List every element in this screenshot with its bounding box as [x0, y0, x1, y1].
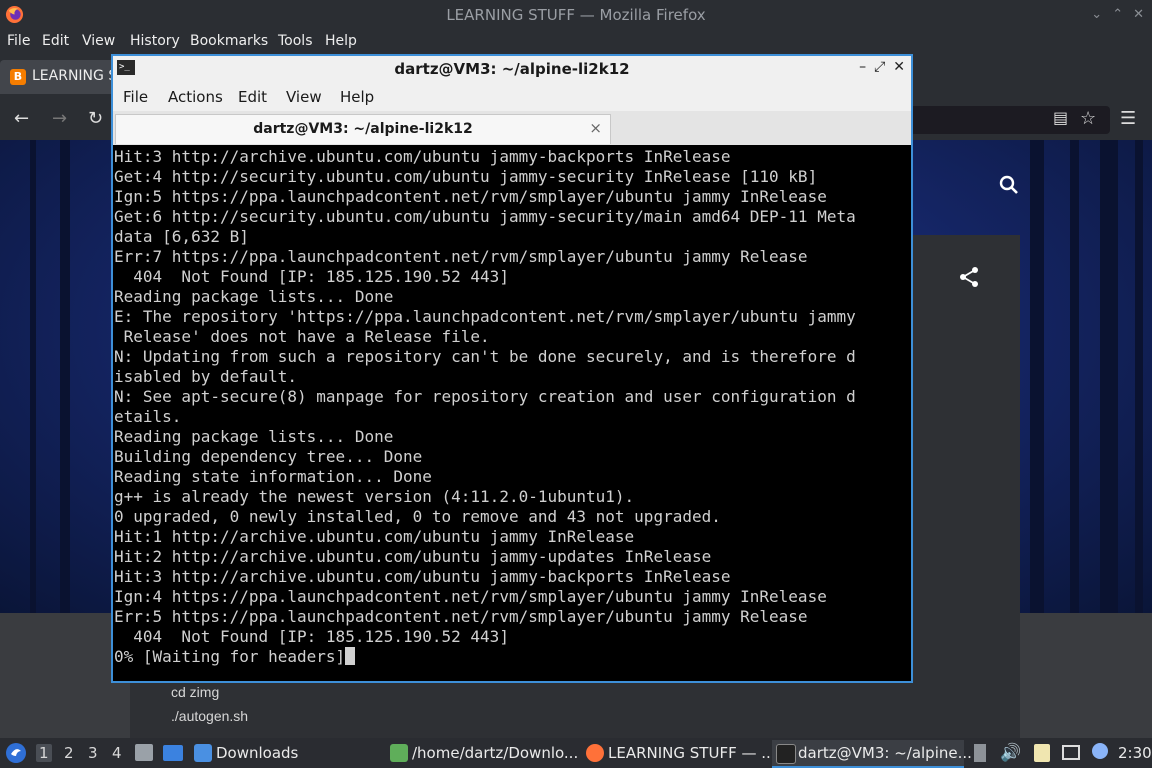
menu-file[interactable]: File — [7, 33, 30, 49]
menu-help[interactable]: Help — [325, 33, 357, 49]
terminal-line: N: Updating from such a repository can't… — [114, 347, 856, 366]
image-viewer-icon — [390, 744, 408, 762]
terminal-line: E: The repository 'https://ppa.launchpad… — [114, 307, 856, 326]
restore-icon[interactable]: ⤢ — [874, 59, 885, 75]
task-firefox[interactable]: LEARNING STUFF — ... — [582, 740, 776, 766]
term-menu-view[interactable]: View — [286, 88, 322, 106]
task-downloads[interactable]: Downloads — [190, 740, 370, 766]
terminal-prompt-line: 0% [Waiting for headers] — [114, 647, 910, 667]
window-controls: ⌄ ⌃ ✕ — [1091, 7, 1144, 22]
clock[interactable]: 2:30 — [1118, 744, 1152, 762]
terminal-line: Ign:5 https://ppa.launchpadcontent.net/r… — [114, 187, 827, 206]
tab-close-icon[interactable]: × — [589, 119, 602, 137]
close-icon[interactable]: ✕ — [893, 59, 905, 75]
terminal-line: Reading package lists... Done — [114, 287, 394, 306]
desktop-icon[interactable] — [163, 745, 183, 761]
workspace-1[interactable]: 1 — [36, 744, 52, 762]
terminal-window[interactable]: >_ dartz@VM3: ~/alpine-li2k12 – ⤢ ✕ File… — [111, 54, 913, 683]
folder-icon — [194, 744, 212, 762]
terminal-line: Reading state information... Done — [114, 467, 432, 486]
reader-view-icon[interactable]: ▤ — [1053, 108, 1068, 127]
terminal-window-controls: – ⤢ ✕ — [859, 59, 905, 75]
terminal-line: isabled by default. — [114, 367, 298, 386]
task-label: /home/dartz/Downlo... — [412, 744, 579, 762]
workspace-4[interactable]: 4 — [112, 744, 122, 762]
terminal-line: Ign:4 https://ppa.launchpadcontent.net/r… — [114, 587, 827, 606]
taskbar: 1 2 3 4 Downloads /home/dartz/Downlo... … — [0, 738, 1152, 768]
prompt-text: 0% [Waiting for headers] — [114, 647, 346, 666]
reload-icon[interactable]: ↻ — [88, 108, 103, 129]
term-menu-file[interactable]: File — [123, 88, 148, 106]
terminal-line: Get:6 http://security.ubuntu.com/ubuntu … — [114, 207, 856, 226]
terminal-output[interactable]: Hit:3 http://archive.ubuntu.com/ubuntu j… — [114, 147, 910, 681]
terminal-line: 404 Not Found [IP: 185.125.190.52 443] — [114, 627, 509, 646]
terminal-line: g++ is already the newest version (4:11.… — [114, 487, 635, 506]
blogger-favicon-icon: B — [10, 69, 26, 85]
task-image-viewer[interactable]: /home/dartz/Downlo... — [386, 740, 579, 766]
terminal-line: Reading package lists... Done — [114, 427, 394, 446]
firefox-icon — [586, 744, 604, 762]
tab-label: LEARNING S — [32, 68, 118, 84]
bookmark-star-icon[interactable]: ☆ — [1080, 108, 1096, 129]
code-line-cd: cd zimg — [171, 684, 220, 700]
tab-learning-stuff[interactable]: B LEARNING S — [0, 60, 120, 94]
firefox-titlebar: LEARNING STUFF — Mozilla Firefox ⌄ ⌃ ✕ — [0, 0, 1152, 30]
workspace-3[interactable]: 3 — [88, 744, 98, 762]
workspace-2[interactable]: 2 — [64, 744, 74, 762]
notification-icon[interactable] — [1092, 743, 1108, 759]
term-menu-actions[interactable]: Actions — [168, 88, 223, 106]
terminal-title: dartz@VM3: ~/alpine-li2k12 — [394, 60, 630, 78]
notes-icon[interactable] — [1034, 744, 1050, 762]
menu-view[interactable]: View — [82, 33, 115, 49]
terminal-titlebar[interactable]: >_ dartz@VM3: ~/alpine-li2k12 – ⤢ ✕ — [113, 56, 911, 81]
terminal-line: data [6,632 B] — [114, 227, 249, 246]
task-label: LEARNING STUFF — ... — [608, 744, 776, 762]
terminal-line: 0 upgraded, 0 newly installed, 0 to remo… — [114, 507, 721, 526]
network-icon[interactable] — [1062, 745, 1080, 760]
terminal-line: Err:7 https://ppa.launchpadcontent.net/r… — [114, 247, 808, 266]
back-icon[interactable]: ← — [14, 108, 29, 129]
terminal-line: 404 Not Found [IP: 185.125.190.52 443] — [114, 267, 509, 286]
minimize-icon[interactable]: – — [859, 59, 866, 75]
terminal-line: N: See apt-secure(8) manpage for reposit… — [114, 387, 856, 406]
task-label: Downloads — [216, 744, 299, 762]
file-manager-launcher-icon[interactable] — [135, 744, 153, 761]
maximize-icon[interactable]: ⌃ — [1112, 7, 1123, 22]
terminal-line: Hit:2 http://archive.ubuntu.com/ubuntu j… — [114, 547, 712, 566]
terminal-line: Get:4 http://security.ubuntu.com/ubuntu … — [114, 167, 818, 186]
task-label: dartz@VM3: ~/alpine... — [798, 744, 972, 762]
volume-icon[interactable]: 🔊 — [1000, 743, 1021, 763]
terminal-tab[interactable]: dartz@VM3: ~/alpine-li2k12 × — [115, 114, 611, 144]
text-cursor — [345, 647, 356, 665]
terminal-icon — [776, 744, 796, 764]
start-menu-icon[interactable] — [5, 742, 27, 764]
code-line-autogen: ./autogen.sh — [171, 708, 249, 724]
menu-history[interactable]: History — [130, 33, 180, 49]
menu-bookmarks[interactable]: Bookmarks — [190, 33, 268, 49]
firefox-menubar: File Edit View History Bookmarks Tools H… — [0, 30, 1152, 54]
terminal-tabbar: dartz@VM3: ~/alpine-li2k12 × — [113, 111, 911, 145]
forward-icon[interactable]: → — [52, 108, 67, 129]
terminal-line: Hit:3 http://archive.ubuntu.com/ubuntu j… — [114, 147, 731, 166]
terminal-menubar: File Actions Edit View Help — [113, 81, 911, 111]
terminal-line: Building dependency tree... Done — [114, 447, 423, 466]
term-menu-help[interactable]: Help — [340, 88, 374, 106]
minimize-icon[interactable]: ⌄ — [1091, 7, 1102, 22]
window-title: LEARNING STUFF — Mozilla Firefox — [446, 6, 706, 24]
clipboard-icon[interactable] — [974, 744, 986, 762]
menu-tools[interactable]: Tools — [278, 33, 313, 49]
search-icon[interactable] — [998, 174, 1020, 196]
close-icon[interactable]: ✕ — [1133, 7, 1144, 22]
terminal-line: Release' does not have a Release file. — [114, 327, 490, 346]
terminal-line: Err:5 https://ppa.launchpadcontent.net/r… — [114, 607, 808, 626]
task-terminal[interactable]: dartz@VM3: ~/alpine... — [772, 740, 972, 768]
share-icon[interactable] — [958, 266, 980, 288]
terminal-line: Hit:3 http://archive.ubuntu.com/ubuntu j… — [114, 567, 731, 586]
terminal-line: etails. — [114, 407, 182, 426]
terminal-tab-label: dartz@VM3: ~/alpine-li2k12 — [253, 121, 473, 137]
menu-edit[interactable]: Edit — [42, 33, 69, 49]
app-menu-icon[interactable]: ☰ — [1120, 108, 1136, 129]
term-menu-edit[interactable]: Edit — [238, 88, 267, 106]
terminal-line: Hit:1 http://archive.ubuntu.com/ubuntu j… — [114, 527, 635, 546]
